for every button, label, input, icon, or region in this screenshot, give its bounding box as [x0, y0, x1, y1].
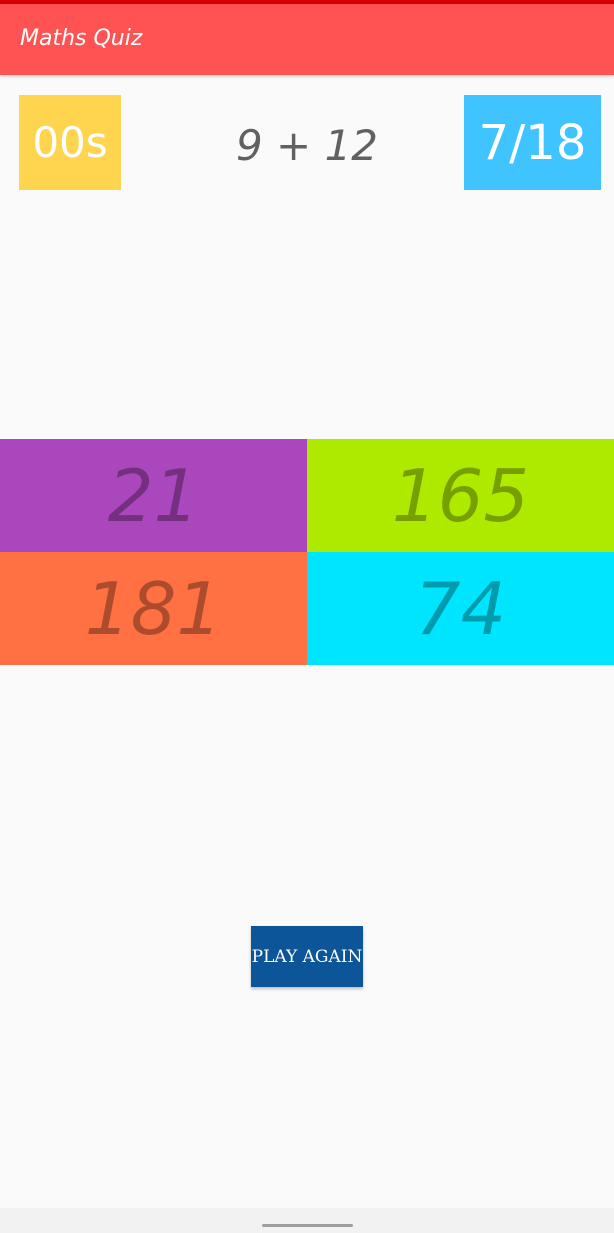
- play-again-button[interactable]: PLAY AGAIN: [251, 926, 363, 987]
- navigation-bar: [0, 1208, 614, 1233]
- answer-button-1[interactable]: 21: [0, 439, 307, 552]
- timer-display: 00s: [19, 95, 121, 190]
- question-text: 9 + 12: [235, 120, 379, 170]
- score-display: 7/18: [464, 95, 601, 190]
- home-gesture-handle[interactable]: [262, 1224, 353, 1227]
- app-bar: Maths Quiz: [0, 4, 614, 75]
- answer-button-3[interactable]: 181: [0, 552, 307, 665]
- app-title: Maths Quiz: [20, 26, 143, 51]
- answer-button-2[interactable]: 165: [307, 439, 614, 552]
- answer-button-4[interactable]: 74: [307, 552, 614, 665]
